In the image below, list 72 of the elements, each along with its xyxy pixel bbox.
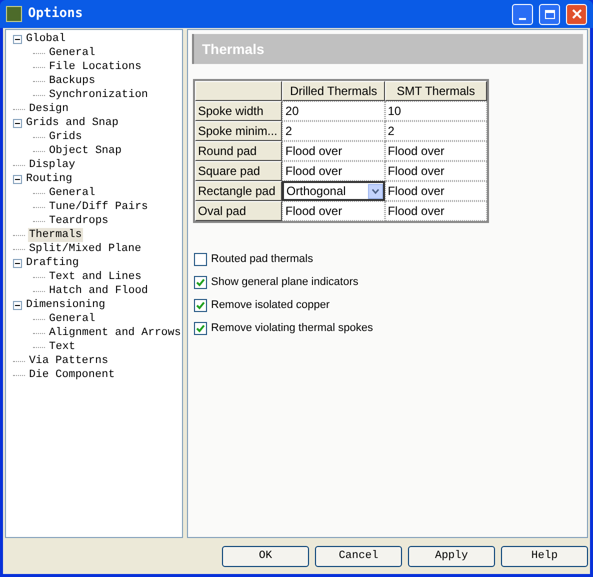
tree-item[interactable]: File Locations: [48, 60, 142, 74]
tree-item[interactable]: Tune/Diff Pairs: [48, 200, 150, 214]
table-cell: Flood over: [282, 141, 385, 161]
tree-item[interactable]: Design: [28, 102, 70, 116]
table-cell: 2: [282, 121, 385, 141]
row-header: Square pad: [195, 161, 282, 181]
checkbox-label: Routed pad thermals: [211, 252, 314, 267]
checkbox-label: Remove isolated copper: [211, 298, 330, 313]
close-button[interactable]: [566, 4, 587, 24]
tree-item[interactable]: Object Snap: [48, 144, 123, 158]
minimize-icon: [519, 18, 526, 20]
row-header: Round pad: [195, 141, 282, 161]
minimize-button[interactable]: [512, 4, 533, 24]
tree-item[interactable]: Alignment and Arrows: [48, 326, 182, 340]
tree-item[interactable]: Die Component: [28, 368, 116, 382]
collapse-icon[interactable]: [13, 34, 22, 44]
tree-item[interactable]: Split/Mixed Plane: [28, 242, 142, 256]
table-cell: 20: [282, 101, 385, 121]
panel-title: Thermals: [202, 40, 264, 58]
tree-item[interactable]: Grids and Snap: [25, 116, 120, 130]
close-icon: [572, 9, 582, 19]
row-header: Rectangle pad: [195, 181, 282, 201]
tree-item[interactable]: Thermals: [28, 228, 83, 242]
table-cell: 2: [384, 121, 487, 141]
collapse-icon[interactable]: [13, 174, 22, 184]
table-cell: Flood over: [384, 181, 487, 201]
column-header: Drilled Thermals: [282, 81, 385, 101]
tree-item[interactable]: Drafting: [25, 256, 80, 270]
checkbox[interactable]: [194, 276, 207, 288]
tree-item[interactable]: Text: [48, 340, 76, 354]
tree-item[interactable]: Display: [28, 158, 76, 172]
table-cell: Flood over: [282, 201, 385, 221]
collapse-icon[interactable]: [13, 118, 22, 128]
table-cell: Flood over: [384, 201, 487, 221]
maximize-icon: [544, 10, 554, 18]
app-icon: [6, 6, 22, 22]
tree-item[interactable]: Hatch and Flood: [48, 284, 150, 298]
table-cell: Flood over: [384, 161, 487, 181]
tree-item[interactable]: Routing: [25, 172, 74, 186]
tree-item[interactable]: General: [48, 312, 96, 326]
tree-item[interactable]: Text and Lines: [48, 270, 142, 284]
window-title: Options: [28, 5, 83, 24]
checkbox[interactable]: [194, 252, 207, 266]
checkbox-label: Show general plane indicators: [211, 274, 358, 290]
dialog-button[interactable]: Help: [501, 546, 588, 567]
table-cell: 10: [384, 101, 487, 121]
dialog-button[interactable]: Cancel: [315, 546, 402, 567]
tree-item[interactable]: Grids: [48, 130, 84, 144]
checkbox-label: Remove violating thermal spokes: [211, 320, 374, 336]
dialog-button[interactable]: Apply: [408, 546, 495, 567]
tree-item[interactable]: Backups: [48, 74, 96, 88]
tree-item[interactable]: General: [48, 186, 96, 200]
tree-item[interactable]: Via Patterns: [28, 354, 110, 368]
column-header: SMT Thermals: [384, 81, 487, 101]
checkbox[interactable]: [194, 322, 207, 334]
collapse-icon[interactable]: [13, 300, 22, 310]
tree-item[interactable]: General: [48, 46, 96, 60]
maximize-button[interactable]: [539, 4, 560, 24]
row-header: Oval pad: [195, 201, 282, 221]
dialog-button[interactable]: OK: [222, 546, 309, 567]
checkbox[interactable]: [194, 298, 207, 312]
tree-item[interactable]: Teardrops: [48, 214, 110, 228]
tree-item[interactable]: Dimensioning: [25, 298, 106, 312]
caret-icon: [368, 184, 383, 198]
collapse-icon[interactable]: [13, 258, 22, 268]
dropdown[interactable]: Orthogonal: [282, 181, 385, 201]
table-cell: Flood over: [384, 141, 487, 161]
tree-item[interactable]: Global: [25, 32, 67, 46]
tree-item[interactable]: Synchronization: [48, 88, 150, 102]
table-cell: Flood over: [282, 161, 385, 181]
row-header: Spoke minim...: [195, 121, 282, 141]
row-header: Spoke width: [195, 101, 282, 121]
